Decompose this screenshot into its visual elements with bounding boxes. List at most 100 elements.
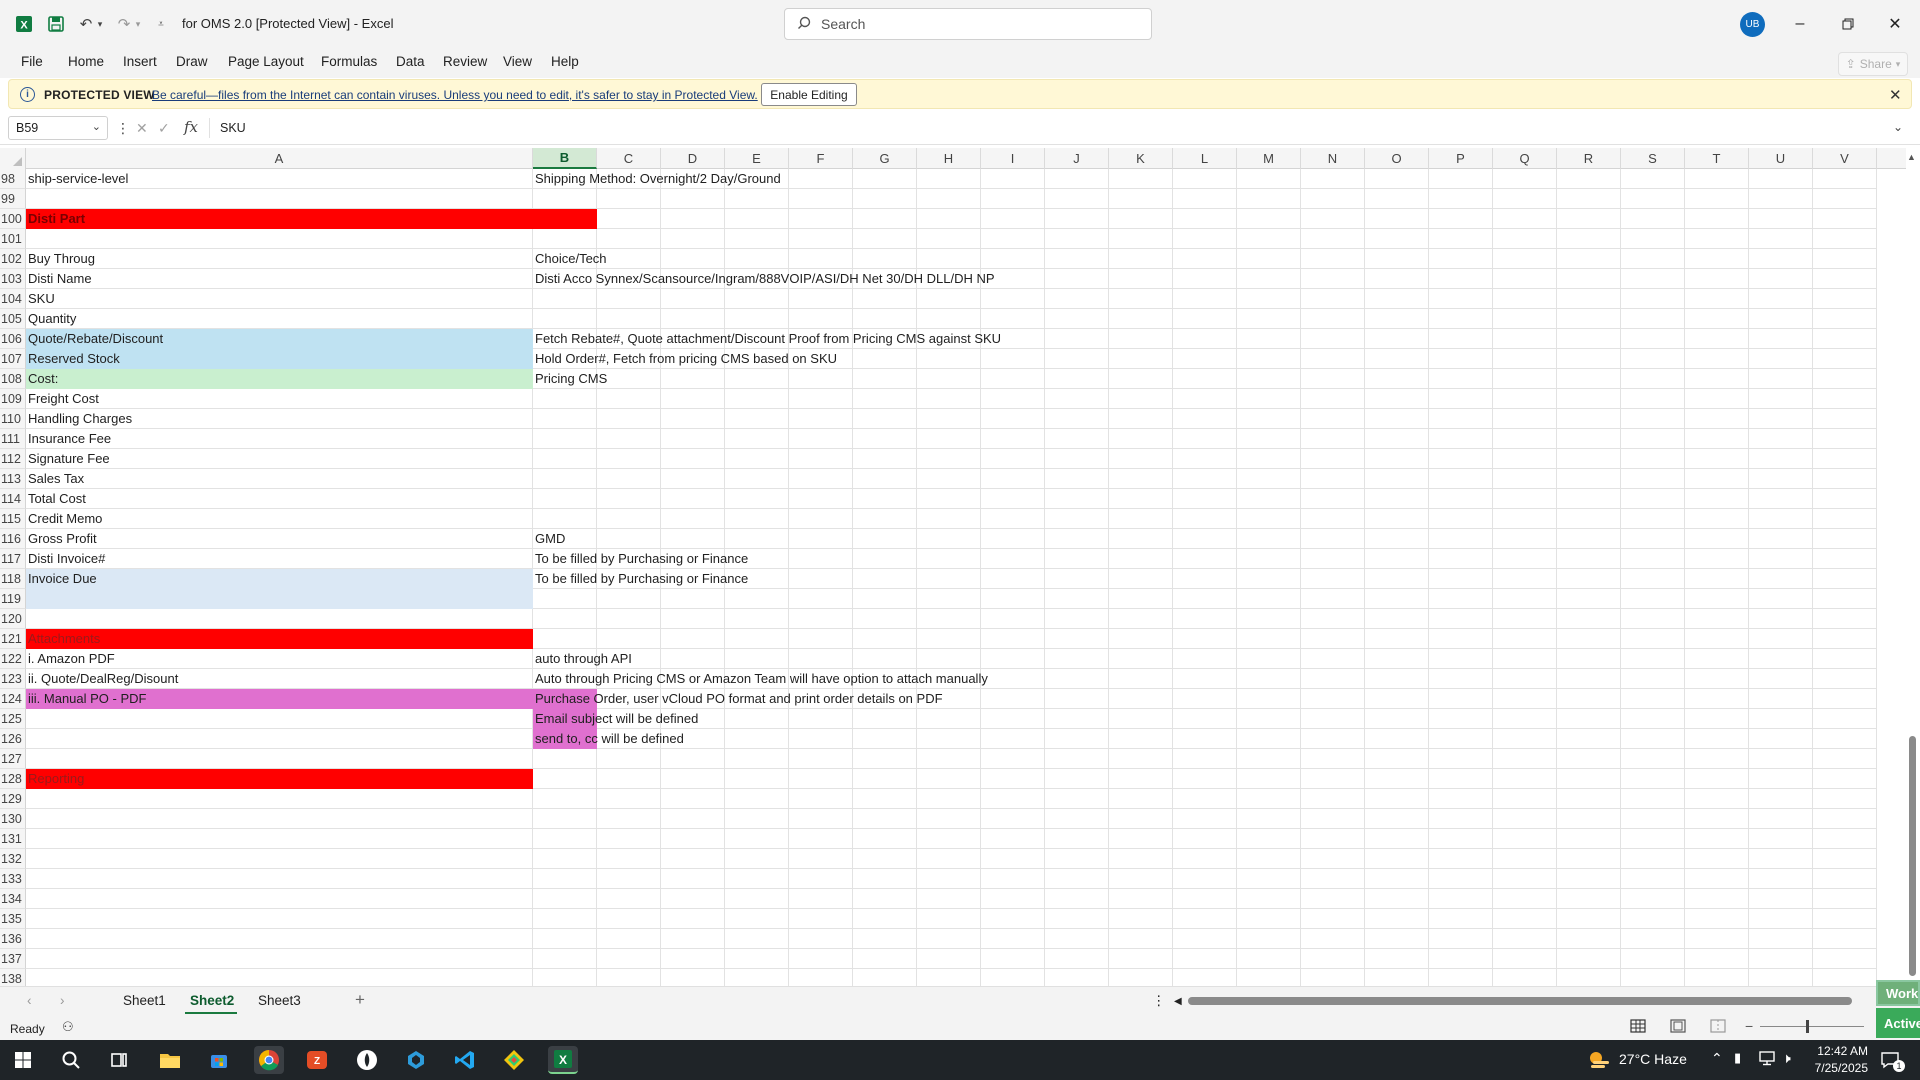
cell-i[interactable] — [981, 489, 1045, 509]
cell-b[interactable] — [533, 509, 597, 529]
vertical-scrollbar[interactable]: ▲ — [1906, 148, 1920, 986]
cell-k[interactable] — [1109, 569, 1173, 589]
cell-i[interactable] — [981, 309, 1045, 329]
row-header[interactable]: 105 — [0, 309, 26, 329]
cell-f[interactable] — [789, 629, 853, 649]
cell-v[interactable] — [1813, 209, 1877, 229]
cell-t[interactable] — [1685, 849, 1749, 869]
cell-g[interactable] — [853, 649, 917, 669]
cell-i[interactable] — [981, 969, 1045, 986]
cell-u[interactable] — [1749, 569, 1813, 589]
cell-m[interactable] — [1237, 529, 1301, 549]
cell-k[interactable] — [1109, 649, 1173, 669]
cell-j[interactable] — [1045, 769, 1109, 789]
cell-t[interactable] — [1685, 449, 1749, 469]
cell-n[interactable] — [1301, 389, 1365, 409]
cell-h[interactable] — [917, 589, 981, 609]
cell-r[interactable] — [1557, 809, 1621, 829]
cell-u[interactable] — [1749, 789, 1813, 809]
cell-s[interactable] — [1621, 769, 1685, 789]
cell-o[interactable] — [1365, 689, 1429, 709]
cell-s[interactable] — [1621, 489, 1685, 509]
enable-editing-button[interactable]: Enable Editing — [761, 83, 857, 106]
cell-t[interactable] — [1685, 309, 1749, 329]
column-header-r[interactable]: R — [1557, 148, 1621, 169]
cell-c[interactable] — [597, 249, 661, 269]
cell-o[interactable] — [1365, 209, 1429, 229]
cell-n[interactable] — [1301, 709, 1365, 729]
cell-c[interactable] — [597, 749, 661, 769]
cell-r[interactable] — [1557, 929, 1621, 949]
cell-d[interactable] — [661, 289, 725, 309]
cell-t[interactable] — [1685, 669, 1749, 689]
cell-e[interactable] — [725, 849, 789, 869]
row-header[interactable]: 125 — [0, 709, 26, 729]
tab-draw[interactable]: Draw — [176, 54, 208, 69]
cell-l[interactable] — [1173, 949, 1237, 969]
cell-q[interactable] — [1493, 649, 1557, 669]
cell-g[interactable] — [853, 969, 917, 986]
protected-view-message[interactable]: Be careful—files from the Internet can c… — [152, 88, 758, 102]
cell-u[interactable] — [1749, 449, 1813, 469]
cell-a[interactable] — [26, 609, 533, 629]
cell-n[interactable] — [1301, 249, 1365, 269]
cell-p[interactable] — [1429, 229, 1493, 249]
cell-e[interactable] — [725, 789, 789, 809]
cell-n[interactable] — [1301, 529, 1365, 549]
cell-a[interactable] — [26, 749, 533, 769]
cell-g[interactable] — [853, 389, 917, 409]
cell-r[interactable] — [1557, 429, 1621, 449]
cell-u[interactable] — [1749, 809, 1813, 829]
cell-v[interactable] — [1813, 329, 1877, 349]
cell-j[interactable] — [1045, 389, 1109, 409]
row-header[interactable]: 108 — [0, 369, 26, 389]
cell-u[interactable] — [1749, 189, 1813, 209]
cell-q[interactable] — [1493, 769, 1557, 789]
cell-d[interactable] — [661, 749, 725, 769]
restore-icon[interactable] — [1828, 10, 1868, 38]
cell-l[interactable] — [1173, 269, 1237, 289]
cell-a[interactable] — [26, 309, 533, 329]
row-header[interactable]: 115 — [0, 509, 26, 529]
cell-d[interactable] — [661, 849, 725, 869]
cell-k[interactable] — [1109, 929, 1173, 949]
cell-l[interactable] — [1173, 689, 1237, 709]
cell-u[interactable] — [1749, 689, 1813, 709]
cell-g[interactable] — [853, 229, 917, 249]
column-header-p[interactable]: P — [1429, 148, 1493, 169]
cell-t[interactable] — [1685, 709, 1749, 729]
cell-v[interactable] — [1813, 729, 1877, 749]
cell-c[interactable] — [597, 629, 661, 649]
cell-j[interactable] — [1045, 409, 1109, 429]
cell-l[interactable] — [1173, 749, 1237, 769]
cell-i[interactable] — [981, 349, 1045, 369]
cell-r[interactable] — [1557, 829, 1621, 849]
cell-k[interactable] — [1109, 189, 1173, 209]
cell-c[interactable] — [597, 209, 661, 229]
cell-s[interactable] — [1621, 589, 1685, 609]
cell-p[interactable] — [1429, 429, 1493, 449]
cell-m[interactable] — [1237, 809, 1301, 829]
cell-n[interactable] — [1301, 589, 1365, 609]
cell-k[interactable] — [1109, 629, 1173, 649]
cell-p[interactable] — [1429, 329, 1493, 349]
cell-r[interactable] — [1557, 849, 1621, 869]
cell-m[interactable] — [1237, 589, 1301, 609]
cell-o[interactable] — [1365, 709, 1429, 729]
cell-t[interactable] — [1685, 429, 1749, 449]
cell-b[interactable] — [533, 929, 597, 949]
cell-m[interactable] — [1237, 949, 1301, 969]
cell-h[interactable] — [917, 389, 981, 409]
cell-s[interactable] — [1621, 389, 1685, 409]
zoho-icon[interactable]: Z — [302, 1046, 332, 1074]
cell-t[interactable] — [1685, 409, 1749, 429]
cell-d[interactable] — [661, 529, 725, 549]
cell-k[interactable] — [1109, 769, 1173, 789]
cell-a[interactable] — [26, 489, 533, 509]
cell-c[interactable] — [597, 929, 661, 949]
cell-s[interactable] — [1621, 529, 1685, 549]
cell-s[interactable] — [1621, 429, 1685, 449]
tab-insert[interactable]: Insert — [123, 54, 157, 69]
cell-a[interactable] — [26, 829, 533, 849]
cell-s[interactable] — [1621, 469, 1685, 489]
